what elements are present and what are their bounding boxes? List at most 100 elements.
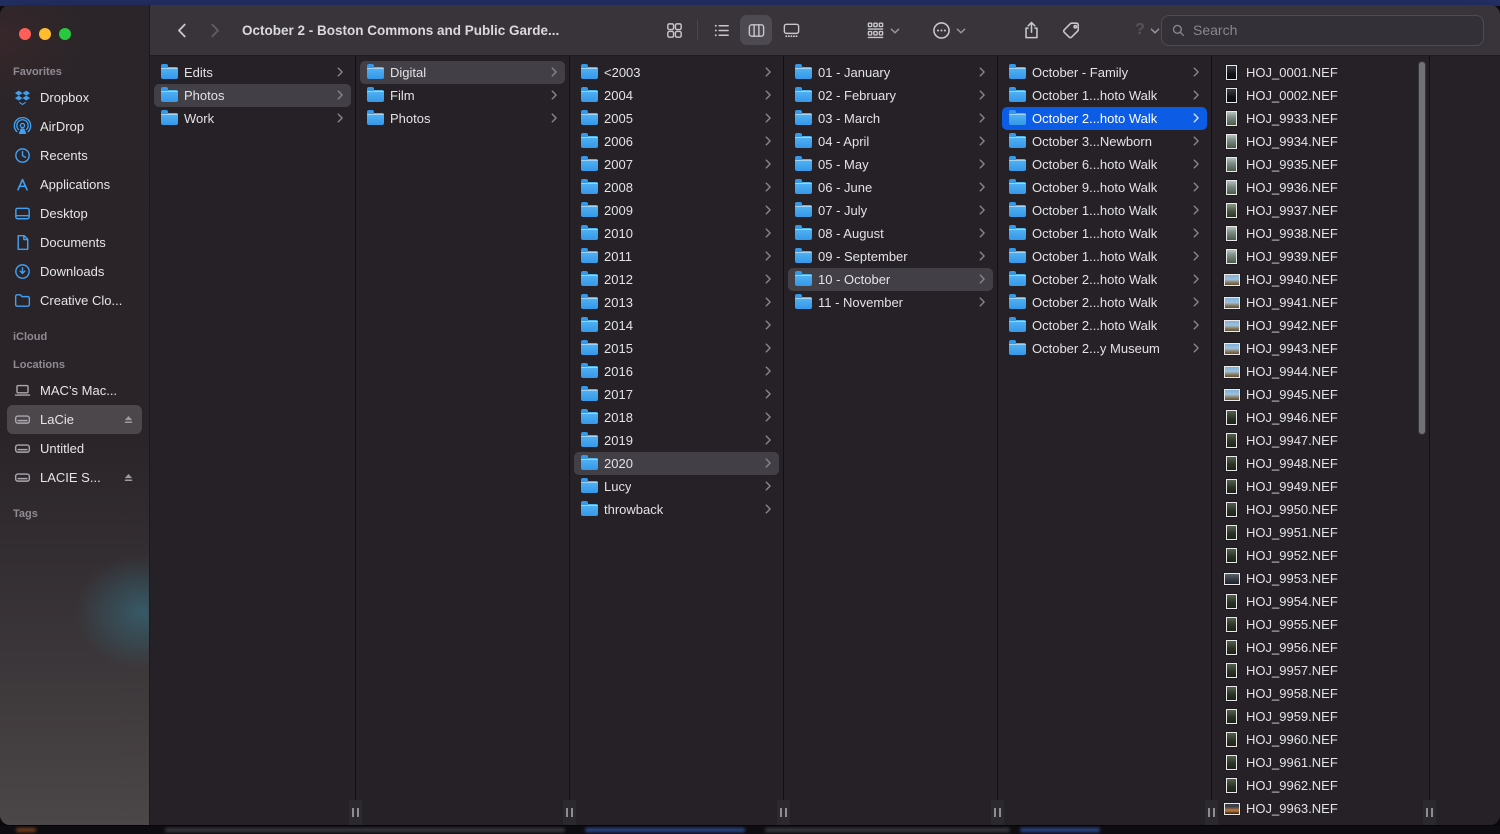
folder-row[interactable]: Digital xyxy=(360,61,565,84)
column-resize-handle[interactable] xyxy=(991,800,1004,825)
column-resize-handle[interactable] xyxy=(563,800,576,825)
minimize-button[interactable] xyxy=(39,28,51,40)
search-input[interactable] xyxy=(1193,22,1474,38)
folder-row[interactable]: 2018 xyxy=(574,406,779,429)
folder-row[interactable]: Work xyxy=(154,107,351,130)
folder-row[interactable]: October 2...hoto Walk xyxy=(1002,291,1207,314)
folder-row[interactable]: 2012 xyxy=(574,268,779,291)
sidebar-item-airdrop[interactable]: AirDrop xyxy=(7,112,142,141)
folder-row[interactable]: 03 - March xyxy=(788,107,993,130)
folder-row[interactable]: October 2...hoto Walk xyxy=(1002,107,1207,130)
file-row[interactable]: HOJ_9962.NEF xyxy=(1216,774,1413,797)
folder-row[interactable]: October 2...y Museum xyxy=(1002,337,1207,360)
folder-row[interactable]: October 1...hoto Walk xyxy=(1002,245,1207,268)
folder-row[interactable]: Lucy xyxy=(574,475,779,498)
sidebar-item-recents[interactable]: Recents xyxy=(7,141,142,170)
more-actions-button[interactable] xyxy=(925,15,957,45)
sidebar-item-applications[interactable]: Applications xyxy=(7,170,142,199)
file-row[interactable]: HOJ_9941.NEF xyxy=(1216,291,1413,314)
column-resize-handle[interactable] xyxy=(1423,800,1436,825)
eject-icon[interactable] xyxy=(121,470,136,485)
gallery-view-button[interactable] xyxy=(775,15,807,45)
file-row[interactable]: HOJ_9964.NEF xyxy=(1216,820,1413,825)
file-row[interactable]: HOJ_9939.NEF xyxy=(1216,245,1413,268)
file-row[interactable]: HOJ_9937.NEF xyxy=(1216,199,1413,222)
folder-row[interactable]: 02 - February xyxy=(788,84,993,107)
sidebar-item-desktop[interactable]: Desktop xyxy=(7,199,142,228)
column-resize-handle[interactable] xyxy=(777,800,790,825)
folder-row[interactable]: 2013 xyxy=(574,291,779,314)
group-by-button[interactable] xyxy=(859,15,891,45)
folder-row[interactable]: 09 - September xyxy=(788,245,993,268)
search-field[interactable] xyxy=(1161,15,1484,46)
file-row[interactable]: HOJ_9957.NEF xyxy=(1216,659,1413,682)
file-row[interactable]: HOJ_9955.NEF xyxy=(1216,613,1413,636)
eject-icon[interactable] xyxy=(121,412,136,427)
back-button[interactable] xyxy=(166,15,198,45)
column-resize-handle[interactable] xyxy=(1205,800,1218,825)
folder-row[interactable]: 2015 xyxy=(574,337,779,360)
sidebar-item-dropbox[interactable]: Dropbox xyxy=(7,83,142,112)
folder-row[interactable]: 2011 xyxy=(574,245,779,268)
file-row[interactable]: HOJ_9959.NEF xyxy=(1216,705,1413,728)
file-row[interactable]: HOJ_9956.NEF xyxy=(1216,636,1413,659)
folder-row[interactable]: 08 - August xyxy=(788,222,993,245)
file-row[interactable]: HOJ_0002.NEF xyxy=(1216,84,1413,107)
file-row[interactable]: HOJ_9948.NEF xyxy=(1216,452,1413,475)
share-button[interactable] xyxy=(1015,15,1047,45)
help-button[interactable]: ? xyxy=(1129,21,1151,39)
file-row[interactable]: HOJ_9949.NEF xyxy=(1216,475,1413,498)
chevron-down-icon[interactable] xyxy=(889,24,901,36)
sidebar-item-documents[interactable]: Documents xyxy=(7,228,142,257)
file-row[interactable]: HOJ_9944.NEF xyxy=(1216,360,1413,383)
folder-row[interactable]: 11 - November xyxy=(788,291,993,314)
sidebar-item-lacie-s[interactable]: LACIE S... xyxy=(7,463,142,492)
sidebar-item-untitled[interactable]: Untitled xyxy=(7,434,142,463)
folder-row[interactable]: October 1...hoto Walk xyxy=(1002,84,1207,107)
file-row[interactable]: HOJ_9946.NEF xyxy=(1216,406,1413,429)
zoom-button[interactable] xyxy=(59,28,71,40)
file-row[interactable]: HOJ_9963.NEF xyxy=(1216,797,1413,820)
column-resize-handle[interactable] xyxy=(349,800,362,825)
folder-row[interactable]: 07 - July xyxy=(788,199,993,222)
file-row[interactable]: HOJ_9954.NEF xyxy=(1216,590,1413,613)
file-row[interactable]: HOJ_9938.NEF xyxy=(1216,222,1413,245)
folder-row[interactable]: 2016 xyxy=(574,360,779,383)
file-row[interactable]: HOJ_9960.NEF xyxy=(1216,728,1413,751)
folder-row[interactable]: October 2...hoto Walk xyxy=(1002,314,1207,337)
folder-row[interactable]: October 6...hoto Walk xyxy=(1002,153,1207,176)
file-row[interactable]: HOJ_9935.NEF xyxy=(1216,153,1413,176)
file-row[interactable]: HOJ_9943.NEF xyxy=(1216,337,1413,360)
scrollbar-thumb[interactable] xyxy=(1418,61,1426,435)
folder-row[interactable]: Film xyxy=(360,84,565,107)
icon-view-button[interactable] xyxy=(658,15,690,45)
folder-row[interactable]: 2007 xyxy=(574,153,779,176)
file-row[interactable]: HOJ_9952.NEF xyxy=(1216,544,1413,567)
list-view-button[interactable] xyxy=(705,15,737,45)
file-row[interactable]: HOJ_9961.NEF xyxy=(1216,751,1413,774)
file-row[interactable]: HOJ_9933.NEF xyxy=(1216,107,1413,130)
file-row[interactable]: HOJ_9945.NEF xyxy=(1216,383,1413,406)
file-row[interactable]: HOJ_0001.NEF xyxy=(1216,61,1413,84)
column-view-button[interactable] xyxy=(740,15,772,45)
folder-row[interactable]: October 2...hoto Walk xyxy=(1002,268,1207,291)
file-row[interactable]: HOJ_9936.NEF xyxy=(1216,176,1413,199)
folder-row[interactable]: 2010 xyxy=(574,222,779,245)
sidebar-item-downloads[interactable]: Downloads xyxy=(7,257,142,286)
folder-row[interactable]: 2006 xyxy=(574,130,779,153)
close-button[interactable] xyxy=(19,28,31,40)
folder-row[interactable]: 2014 xyxy=(574,314,779,337)
folder-row[interactable]: 04 - April xyxy=(788,130,993,153)
folder-row[interactable]: 2017 xyxy=(574,383,779,406)
folder-row[interactable]: October 1...hoto Walk xyxy=(1002,222,1207,245)
folder-row[interactable]: October - Family xyxy=(1002,61,1207,84)
folder-row[interactable]: 2004 xyxy=(574,84,779,107)
folder-row[interactable]: 01 - January xyxy=(788,61,993,84)
file-row[interactable]: HOJ_9950.NEF xyxy=(1216,498,1413,521)
folder-row[interactable]: 06 - June xyxy=(788,176,993,199)
sidebar-item-lacie[interactable]: LaCie xyxy=(7,405,142,434)
chevron-down-icon[interactable] xyxy=(1149,24,1161,36)
folder-row[interactable]: October 9...hoto Walk xyxy=(1002,176,1207,199)
tags-button[interactable] xyxy=(1055,15,1087,45)
file-row[interactable]: HOJ_9951.NEF xyxy=(1216,521,1413,544)
